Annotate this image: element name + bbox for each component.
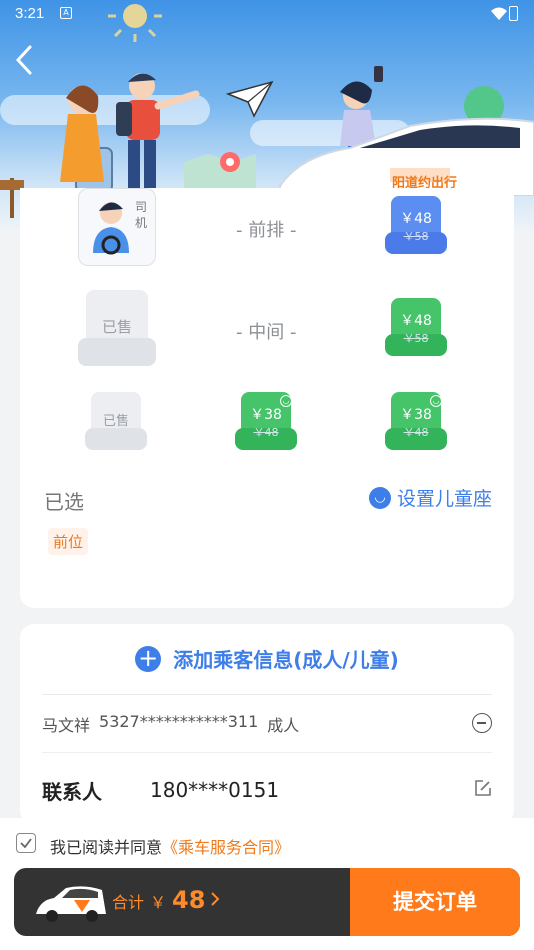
status-bar: 3:21 A (0, 0, 534, 28)
set-child-seat-button[interactable]: ◡ 设置儿童座 (368, 484, 492, 511)
driver-avatar-icon (93, 202, 129, 255)
agreement-prefix: 我已阅读并同意 (50, 838, 163, 857)
seat-price: ￥38 (250, 407, 282, 423)
driver-seat: 司机 (78, 188, 156, 266)
seat-middle-left-sold: 已售 (78, 290, 156, 366)
set-child-seat-label: 设置儿童座 (396, 488, 492, 510)
seat-price: ￥48 (400, 313, 432, 329)
paper-plane-icon (226, 80, 274, 118)
divider (42, 752, 492, 753)
seat-price: ￥38 (400, 407, 432, 423)
selected-seat-tag[interactable]: 前位 (48, 528, 89, 555)
seat-original-price: ￥58 (403, 332, 429, 345)
remove-passenger-button[interactable] (472, 713, 492, 733)
sold-label: 已售 (102, 414, 129, 429)
total-label: 合计 (112, 893, 145, 912)
selected-label: 已选 (44, 490, 84, 514)
seat-middle-right[interactable]: ￥48 ￥58 (385, 298, 447, 356)
seat-back-right[interactable]: ◡ ￥38 ￥48 (385, 392, 447, 450)
agreement-checkbox[interactable] (16, 833, 36, 853)
wifi-icon (491, 7, 507, 20)
seat-original-price: ￥48 (253, 426, 279, 439)
passenger-name: 马文祥 (42, 716, 91, 735)
agreement-link[interactable]: 《乘车服务合同》 (162, 838, 290, 857)
add-passenger-button[interactable]: + 添加乘客信息(成人/儿童) (20, 644, 514, 673)
plus-circle-icon: + (135, 645, 162, 672)
agreement-text: 我已阅读并同意《乘车服务合同》 (50, 834, 290, 858)
sold-label: 已售 (101, 318, 132, 336)
edit-icon[interactable] (474, 779, 492, 797)
seat-front-right[interactable]: ￥48 ￥58 (385, 196, 447, 254)
back-button[interactable] (14, 40, 48, 80)
contact-phone[interactable]: 180****0151 (150, 778, 279, 802)
driver-label: 司机 (135, 200, 148, 230)
passenger-type: 成人 (267, 716, 300, 735)
submit-order-button[interactable]: 提交订单 (350, 868, 520, 936)
passenger-id: 5327***********311 (99, 712, 259, 731)
child-face-icon: ◡ (368, 486, 391, 509)
passenger-card: + 添加乘客信息(成人/儿童) 马文祥 5327***********311 成… (20, 624, 514, 824)
battery-icon (509, 6, 518, 21)
check-icon (20, 838, 32, 849)
seat-price: ￥48 (400, 211, 432, 227)
add-passenger-label: 添加乘客信息(成人/儿童) (173, 648, 399, 672)
passenger-row: 马文祥 5327***********311 成人 (42, 712, 299, 736)
seat-original-price: ￥58 (403, 230, 429, 243)
minus-icon (477, 722, 486, 724)
total-price[interactable]: 合计 ￥ 48 (112, 886, 221, 914)
row-label-front: - 前排 - (236, 220, 297, 241)
divider (42, 694, 492, 695)
footer-bar: 合计 ￥ 48 提交订单 (14, 868, 520, 936)
currency-symbol: ￥ (150, 893, 167, 912)
seat-selection-card: 司机 - 前排 - ￥48 ￥58 已售 - 中间 - ￥48 ￥58 已售 ◡… (20, 188, 514, 608)
total-amount: 48 (172, 886, 206, 914)
car-icon (36, 886, 106, 922)
status-time: 3:21 (15, 5, 45, 22)
chevron-right-icon (211, 892, 220, 906)
seat-back-left-sold: 已售 (85, 392, 147, 450)
seat-back-middle[interactable]: ◡ ￥38 ￥48 (235, 392, 297, 450)
chevron-left-icon (15, 45, 32, 75)
row-label-middle: - 中间 - (236, 322, 297, 343)
seat-original-price: ￥48 (403, 426, 429, 439)
notification-icon: A (60, 7, 72, 19)
contact-label: 联系人 (42, 780, 102, 804)
